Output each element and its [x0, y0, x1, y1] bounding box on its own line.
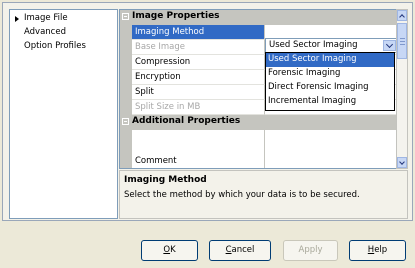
tree-item-advanced[interactable]: Advanced — [24, 27, 66, 37]
description-text: Select the method by which your data is … — [124, 190, 360, 200]
property-name: Base Image — [132, 40, 265, 55]
imaging-method-dropdown-list[interactable]: Used Sector Imaging Forensic Imaging Dir… — [265, 52, 395, 111]
help-button[interactable]: Help — [349, 240, 406, 261]
dropdown-option-used-sector-imaging[interactable]: Used Sector Imaging — [266, 53, 394, 67]
cancel-button[interactable]: Cancel — [209, 240, 271, 261]
description-pane: Imaging Method Select the method by whic… — [119, 170, 408, 219]
property-row-comment[interactable]: Comment — [120, 130, 396, 168]
collapse-icon[interactable] — [122, 118, 129, 125]
property-name: Compression — [132, 55, 265, 70]
category-additional-properties[interactable]: Additional Properties — [120, 115, 396, 130]
apply-button[interactable]: Apply — [283, 240, 338, 261]
property-name: Encryption — [132, 70, 265, 85]
dropdown-button[interactable] — [383, 40, 396, 51]
tree-item-option-profiles[interactable]: Option Profiles — [24, 41, 86, 51]
collapse-icon[interactable] — [122, 13, 129, 20]
tree-item-image-file[interactable]: Image File — [24, 13, 68, 23]
property-value — [265, 130, 396, 168]
ok-button[interactable]: OK — [141, 240, 198, 261]
property-name: Imaging Method — [132, 25, 265, 40]
selected-arrow-icon — [15, 16, 19, 22]
description-title: Imaging Method — [124, 175, 207, 185]
dropdown-option-incremental-imaging[interactable]: Incremental Imaging — [266, 95, 394, 109]
scroll-up-button[interactable] — [397, 10, 407, 21]
category-image-properties[interactable]: Image Properties — [120, 10, 396, 25]
navigation-tree[interactable]: Image File Advanced Option Profiles — [9, 9, 118, 219]
dropdown-option-direct-forensic-imaging[interactable]: Direct Forensic Imaging — [266, 81, 394, 95]
chevron-down-icon — [385, 40, 394, 49]
chevron-down-icon — [399, 159, 405, 165]
property-name: Comment — [132, 130, 265, 168]
property-name: Split Size in MB — [132, 100, 265, 115]
property-grid-scrollbar[interactable] — [396, 9, 408, 169]
scroll-thumb[interactable] — [397, 23, 407, 59]
chevron-up-icon — [399, 14, 405, 20]
imaging-method-combobox[interactable]: Used Sector Imaging — [265, 38, 396, 53]
dropdown-option-forensic-imaging[interactable]: Forensic Imaging — [266, 67, 394, 81]
scroll-down-button[interactable] — [397, 157, 407, 168]
property-name: Split — [132, 85, 265, 100]
